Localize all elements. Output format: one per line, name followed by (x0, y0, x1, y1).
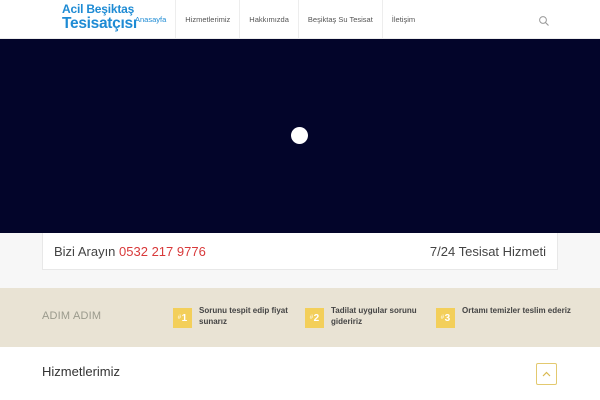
search-icon[interactable] (538, 14, 550, 26)
call-prefix: Bizi Arayın (54, 244, 116, 259)
step-text: Tadilat uygular sorunu gideririz (331, 306, 417, 326)
services-section: Hizmetlerimiz (0, 347, 600, 400)
nav-item-anasayfa[interactable]: Anasayfa (126, 0, 177, 38)
step-badge: #1 (173, 308, 192, 328)
scroll-to-top-button[interactable] (536, 363, 557, 385)
callbar: Bizi Arayın 0532 217 9776 7/24 Tesisat H… (42, 233, 558, 270)
step-text: Sorunu tespit edip fiyat sunarız (199, 306, 288, 326)
nav-item-iletisim[interactable]: İletişim (383, 0, 424, 38)
site-header: Acil Beşiktaş Tesisatçısı Anasayfa Hizme… (0, 0, 600, 39)
step-text: Ortamı temizler teslim ederiz (462, 306, 571, 315)
step-badge: #3 (436, 308, 455, 328)
chevron-up-icon (542, 371, 551, 377)
steps-title: ADIM ADIM (42, 310, 102, 322)
phone-number[interactable]: 0532 217 9776 (119, 244, 206, 259)
nav-item-besiktas-su-tesisat[interactable]: Beşiktaş Su Tesisat (299, 0, 383, 38)
hero-slider (0, 39, 600, 233)
service-hours: 7/24 Tesisat Hizmeti (429, 244, 546, 259)
steps-section: ADIM ADIM #1 Sorunu tespit edip fiyat su… (0, 288, 600, 347)
nav-item-hakkimizda[interactable]: Hakkımızda (240, 0, 299, 38)
callbar-section: Bizi Arayın 0532 217 9776 7/24 Tesisat H… (0, 233, 600, 288)
call-us: Bizi Arayın 0532 217 9776 (54, 244, 206, 259)
nav-item-hizmetlerimiz[interactable]: Hizmetlerimiz (176, 0, 241, 38)
step-badge: #2 (305, 308, 324, 328)
services-title: Hizmetlerimiz (42, 364, 120, 379)
main-nav: Anasayfa Hizmetlerimiz Hakkımızda Beşikt… (126, 0, 424, 38)
loading-dot-icon (291, 127, 308, 144)
